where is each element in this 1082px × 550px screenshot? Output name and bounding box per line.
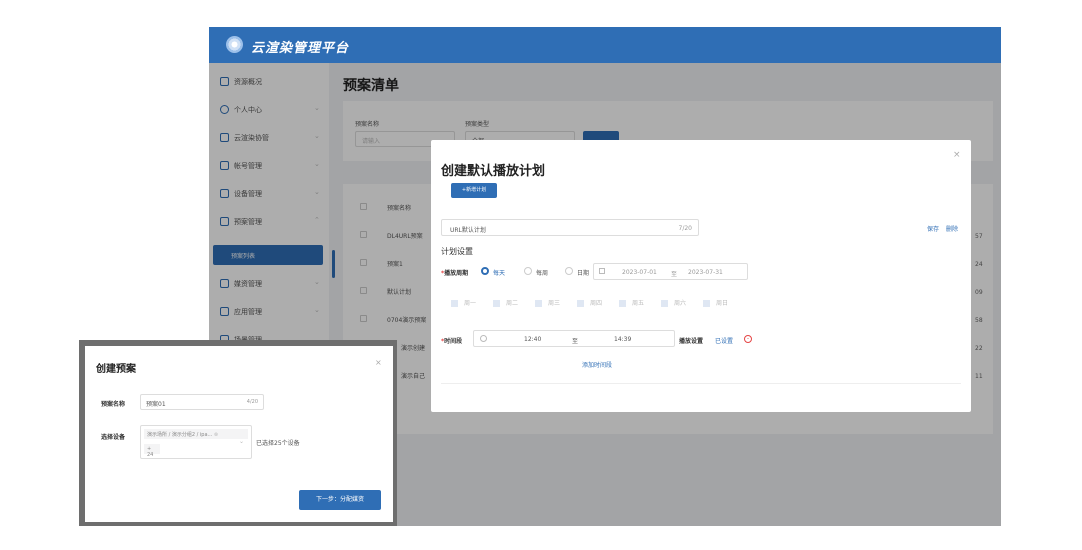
weekday-thu[interactable]: 周四 <box>577 298 602 307</box>
date-end: 2023-07-31 <box>688 269 723 276</box>
schedule-dialog: 创建默认播放计划 × +新增计划 URL默认计划 7/20 保存 删除 计划设置… <box>431 140 971 412</box>
time-label: *时间段 <box>441 336 462 345</box>
weekday-fri[interactable]: 周五 <box>619 298 644 307</box>
delete-link[interactable]: 删除 <box>946 224 958 233</box>
device-more-tag: + 24 <box>144 444 160 458</box>
next-assign-media-button[interactable]: 下一步：分配媒资 <box>299 490 381 510</box>
close-icon[interactable]: × <box>375 358 382 367</box>
radio-weekly[interactable] <box>524 267 532 275</box>
create-plan-dialog: 创建预案 × 预案名称 预案01 4/20 选择设备 演示场所 / 演示分组2 … <box>85 346 393 522</box>
weekday-tue[interactable]: 周二 <box>493 298 518 307</box>
close-icon[interactable]: × <box>953 150 961 160</box>
checkbox-icon <box>661 300 668 307</box>
period-label: *播放周期 <box>441 268 468 277</box>
date-start: 2023-07-01 <box>622 269 657 276</box>
clock-icon <box>480 335 487 342</box>
weekday-mon[interactable]: 周一 <box>451 298 476 307</box>
divider <box>441 383 961 384</box>
date-range-picker[interactable]: 2023-07-01 至 2023-07-31 <box>593 263 748 280</box>
device-select[interactable]: 演示场所 / 演示分组2 / ipa... ⊗ + 24 <box>140 425 252 459</box>
dialog-title: 创建预案 <box>96 364 136 375</box>
weekday-label: 周六 <box>674 300 687 307</box>
device-tag-text: 演示场所 / 演示分组2 / ipa... <box>147 432 213 438</box>
weekday-label: 周三 <box>548 300 561 307</box>
play-setting-link[interactable]: 已设置 <box>715 336 733 345</box>
remove-circle-icon[interactable]: – <box>744 335 752 343</box>
weekday-label: 周五 <box>632 300 645 307</box>
date-separator: 至 <box>671 271 678 278</box>
weekday-label: 周一 <box>464 300 477 307</box>
device-tag[interactable]: 演示场所 / 演示分组2 / ipa... ⊗ <box>144 429 248 439</box>
radio-daily-label: 每天 <box>493 270 506 277</box>
weekday-sun[interactable]: 周日 <box>703 298 728 307</box>
weekday-label: 周四 <box>590 300 603 307</box>
checkbox-icon <box>535 300 542 307</box>
weekday-wed[interactable]: 周三 <box>535 298 560 307</box>
brand-title: 云渲染管理平台 <box>251 41 350 56</box>
checkbox-icon <box>619 300 626 307</box>
radio-date[interactable] <box>565 267 573 275</box>
top-bar: 云渲染管理平台 <box>209 27 1001 63</box>
checkbox-icon <box>577 300 584 307</box>
logo-icon <box>226 36 243 53</box>
plan-name-value: 预案01 <box>146 401 166 408</box>
close-circle-icon[interactable]: ⊗ <box>214 432 218 438</box>
time-end: 14:39 <box>614 336 632 343</box>
checkbox-icon <box>703 300 710 307</box>
time-separator: 至 <box>572 338 579 345</box>
plan-name-value: URL默认计划 <box>450 227 486 234</box>
radio-date-label: 日期 <box>577 270 590 277</box>
play-setting-label: 播放设置 <box>679 338 704 345</box>
checkbox-icon <box>493 300 500 307</box>
time-range-picker[interactable]: 12:40 至 14:39 <box>473 330 675 347</box>
period-label-text: 播放周期 <box>444 270 469 277</box>
radio-weekly-label: 每周 <box>536 270 549 277</box>
weekday-label: 周日 <box>716 300 729 307</box>
checkbox-icon <box>451 300 458 307</box>
weekday-sat[interactable]: 周六 <box>661 298 686 307</box>
time-label-text: 时间段 <box>444 338 463 345</box>
char-counter: 7/20 <box>678 225 692 232</box>
time-start: 12:40 <box>524 336 542 343</box>
device-count: 已选择25个设备 <box>256 440 300 447</box>
plan-name-input[interactable]: 预案01 4/20 <box>140 394 264 410</box>
chevron-down-icon[interactable]: ⌄ <box>239 438 244 445</box>
plan-name-input[interactable]: URL默认计划 7/20 <box>441 219 699 236</box>
add-time-range-link[interactable]: 添加时间段 <box>582 360 612 369</box>
calendar-icon <box>599 268 605 274</box>
add-plan-button[interactable]: +新增计划 <box>451 183 497 198</box>
section-heading: 计划设置 <box>441 247 473 256</box>
char-counter: 4/20 <box>246 399 258 405</box>
plan-name-label: 预案名称 <box>101 401 126 408</box>
weekday-label: 周二 <box>506 300 519 307</box>
save-link[interactable]: 保存 <box>927 224 939 233</box>
radio-daily[interactable] <box>481 267 489 275</box>
dialog-title: 创建默认播放计划 <box>441 164 546 179</box>
device-label: 选择设备 <box>101 434 126 441</box>
